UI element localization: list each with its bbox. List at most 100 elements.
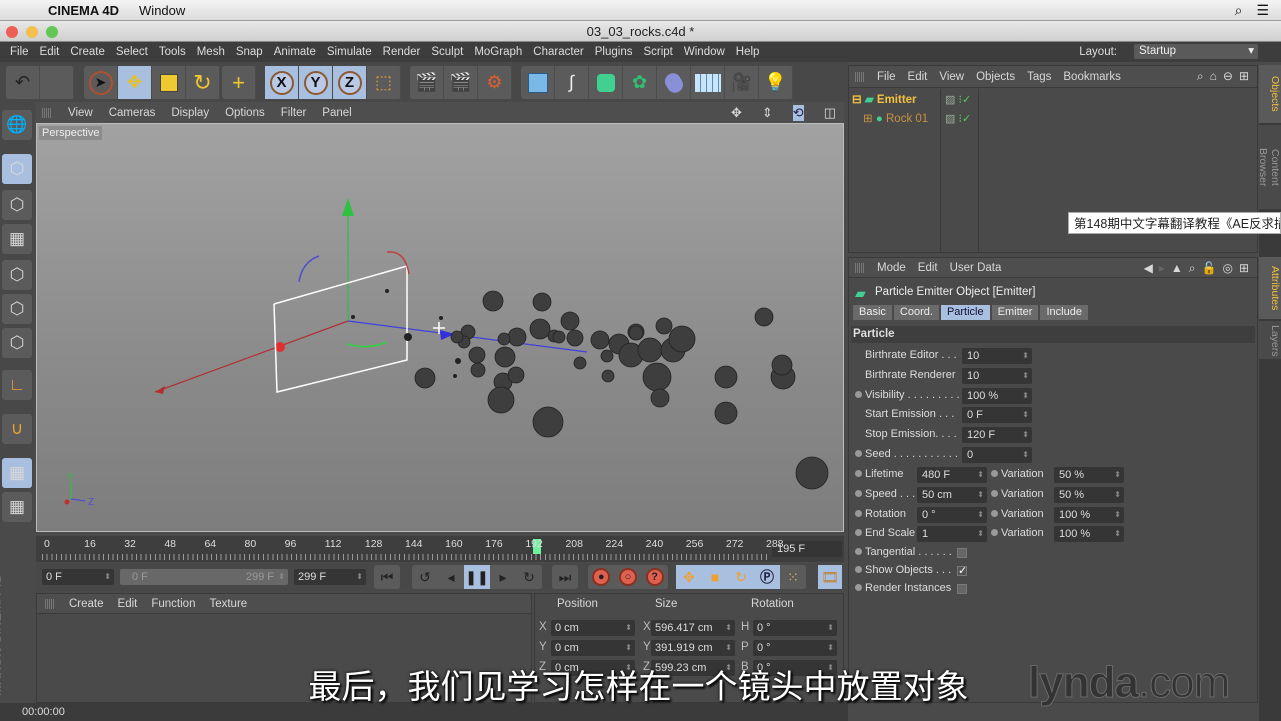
menu-select[interactable]: Select (116, 46, 148, 58)
object-rock-01[interactable]: ⊞ ● Rock 01 (863, 111, 928, 125)
workplane-mode-icon[interactable]: ▦ (2, 224, 32, 254)
animation-dot-icon[interactable] (855, 509, 862, 517)
model-mode-icon[interactable]: ⬡ (2, 154, 32, 184)
menu-plugins[interactable]: Plugins (595, 46, 633, 58)
object-rock-flags[interactable]: ▨ ⁝✓ (945, 112, 971, 125)
menu-simulate[interactable]: Simulate (327, 46, 372, 58)
menu-create[interactable]: Create (70, 46, 105, 58)
menu-render[interactable]: Render (383, 46, 421, 58)
checkbox[interactable]: ✓ (957, 566, 967, 577)
edges-mode-icon[interactable]: ⬡ (2, 294, 32, 324)
collapse-toggle-icon[interactable]: ⊟ (852, 94, 862, 106)
minimize-window-button[interactable] (26, 26, 38, 38)
new-panel-icon[interactable]: ⊞ (1239, 69, 1249, 84)
make-editable-icon[interactable]: 🌐 (2, 110, 32, 140)
param-value-field[interactable]: 0 (962, 447, 1032, 463)
floor-icon[interactable] (691, 66, 725, 99)
animation-dot-icon[interactable] (855, 529, 862, 537)
param-value-field[interactable]: 10 (962, 367, 1032, 384)
viewport-menu-filter[interactable]: Filter (281, 107, 307, 119)
timeline-ruler[interactable]: 195 F 0 16 32 48 64 80 96 112 128 144 160 176 192 208… (36, 536, 844, 562)
param-value-field[interactable]: 0 F (962, 407, 1032, 424)
viewport-menu-display[interactable]: Display (171, 107, 209, 119)
light-icon[interactable]: 💡 (759, 66, 793, 99)
scale-icon[interactable] (152, 66, 186, 99)
start-frame-field[interactable]: 0 F (42, 569, 114, 585)
goto-end-icon[interactable]: ⏭ (552, 565, 578, 589)
next-key-icon[interactable]: ↻ (516, 565, 542, 589)
menu-snap[interactable]: Snap (236, 46, 263, 58)
deformer-icon[interactable] (657, 66, 691, 99)
checkbox[interactable] (957, 584, 967, 594)
param-value-field[interactable]: 10 (962, 348, 1032, 364)
layout-dropdown[interactable]: Startup (1134, 44, 1258, 59)
points-mode-icon[interactable]: ⬡ (2, 260, 32, 290)
param-value-field[interactable]: 480 F (917, 467, 987, 483)
key-parameter-icon[interactable]: Ⓟ (754, 565, 780, 589)
texture-mode-icon[interactable]: ⬡ (2, 190, 32, 220)
viewport-menu-panel[interactable]: Panel (322, 107, 351, 119)
render-to-picture-viewer-icon[interactable]: 🎬 (444, 66, 478, 99)
viewport-menu-view[interactable]: View (68, 107, 93, 119)
tab-emitter[interactable]: Emitter (991, 305, 1039, 320)
recent-tool-icon[interactable]: + (222, 66, 256, 99)
polygons-mode-icon[interactable]: ⬡ (2, 328, 32, 358)
object-emitter-flags[interactable]: ▨ ⁝✓ (945, 93, 971, 106)
object-menu-view[interactable]: View (939, 71, 964, 83)
object-menu-objects[interactable]: Objects (976, 71, 1015, 83)
undo-icon[interactable]: ↶ (6, 66, 40, 99)
search-icon[interactable]: ⌕ (1189, 261, 1196, 276)
menu-script[interactable]: Script (643, 46, 672, 58)
list-icon[interactable]: ☰ (1256, 2, 1269, 19)
collapse-icon[interactable]: ⊖ (1223, 69, 1233, 84)
menu-mograph[interactable]: MoGraph (474, 46, 522, 58)
close-window-button[interactable] (6, 26, 18, 38)
key-rotation-icon[interactable]: ↻ (728, 565, 754, 589)
prev-key-icon[interactable]: ↺ (412, 565, 438, 589)
perspective-viewport[interactable]: Perspective Y Z (36, 123, 844, 532)
key-pla-icon[interactable]: ⁙ (780, 565, 806, 589)
lock-icon[interactable]: 🔓 (1202, 261, 1217, 276)
new-panel-icon[interactable]: ⊞ (1239, 261, 1249, 276)
rotation-field[interactable]: 0 ° (753, 640, 837, 656)
toggle-view-icon[interactable]: ◫ (824, 105, 836, 121)
animation-dot-icon[interactable] (991, 470, 998, 477)
record-keys-icon[interactable]: ● (592, 568, 611, 586)
keyframe-selection-icon[interactable]: ? (645, 568, 664, 586)
animation-dot-icon[interactable] (855, 548, 862, 555)
subdivision-surface-icon[interactable] (589, 66, 623, 99)
menu-tools[interactable]: Tools (159, 46, 186, 58)
render-settings-icon[interactable]: ⚙ (478, 66, 512, 99)
camera-icon[interactable]: 🎥 (725, 66, 759, 99)
menu-animate[interactable]: Animate (274, 46, 316, 58)
key-scale-icon[interactable]: ■ (702, 565, 728, 589)
animation-dot-icon[interactable] (855, 470, 862, 477)
prev-frame-icon[interactable]: ◂ (438, 565, 464, 589)
material-menu-create[interactable]: Create (69, 598, 104, 610)
tab-objects[interactable]: Objects (1259, 65, 1281, 123)
animation-dot-icon[interactable] (855, 390, 862, 398)
object-menu-edit[interactable]: Edit (908, 71, 928, 83)
attr-menu-mode[interactable]: Mode (877, 262, 906, 274)
animation-dot-icon[interactable] (991, 509, 998, 517)
x-axis-icon[interactable]: X (265, 66, 299, 99)
key-position-icon[interactable]: ✥ (676, 565, 702, 589)
panel-grip[interactable] (42, 107, 52, 118)
expand-toggle-icon[interactable]: ⊞ (863, 113, 873, 125)
snap-magnet-icon[interactable]: ∪ (2, 414, 32, 444)
animation-dot-icon[interactable] (855, 566, 862, 573)
param-value-field[interactable]: 100 % (962, 387, 1032, 404)
home-icon[interactable]: ⌂ (1210, 69, 1217, 84)
menu-file[interactable]: File (10, 46, 29, 58)
menu-edit[interactable]: Edit (40, 46, 60, 58)
goto-start-icon[interactable]: ⏮ (374, 565, 400, 589)
pen-spline-icon[interactable]: ∫ (555, 66, 589, 99)
z-axis-icon[interactable]: Z (333, 66, 367, 99)
animation-dot-icon[interactable] (991, 529, 998, 537)
tab-basic[interactable]: Basic (853, 305, 892, 320)
param-value-field[interactable]: 0 ° (917, 506, 987, 523)
animation-dot-icon[interactable] (855, 489, 862, 497)
workplane-lock-icon[interactable]: ▦ (2, 458, 32, 488)
menu-help[interactable]: Help (736, 46, 760, 58)
size-field[interactable]: 391.919 cm (651, 640, 735, 656)
